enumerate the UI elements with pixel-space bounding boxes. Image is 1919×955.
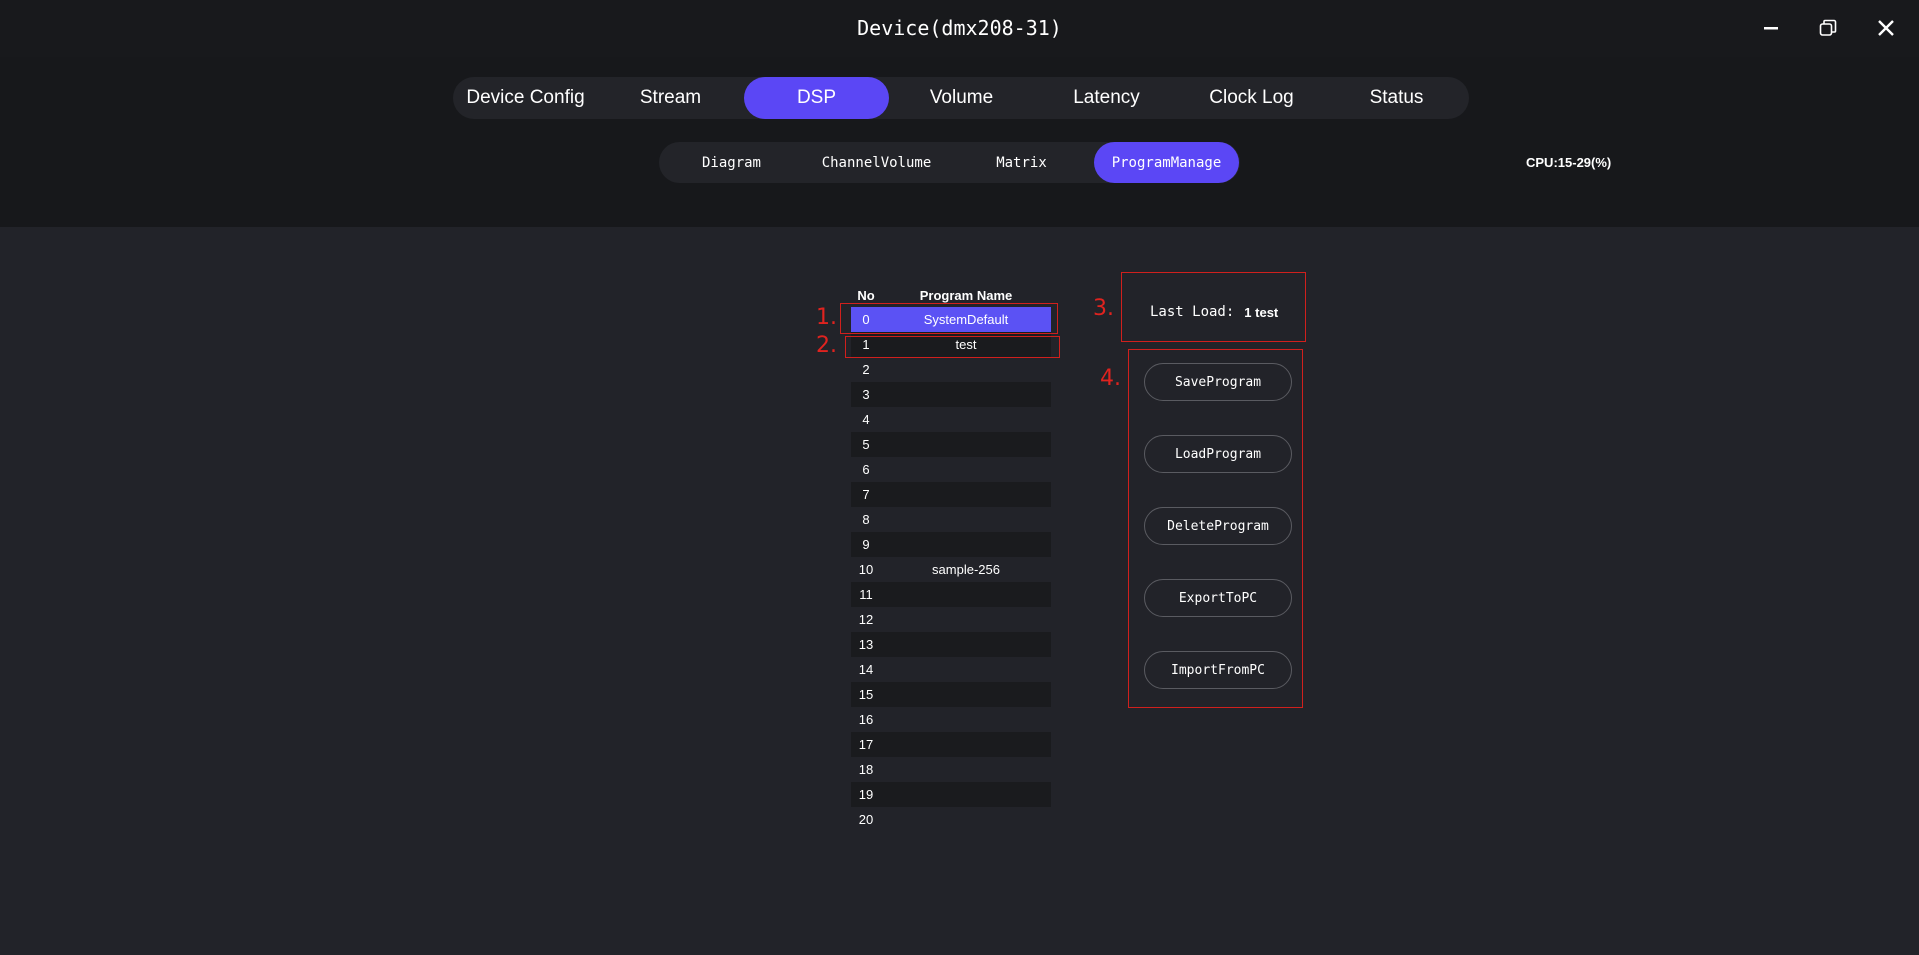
subtab-program-manage[interactable]: ProgramManage xyxy=(1094,142,1239,183)
row-program-name xyxy=(881,807,1051,832)
row-program-name xyxy=(881,357,1051,382)
table-row[interactable]: 14 xyxy=(851,657,1051,682)
row-program-name xyxy=(881,532,1051,557)
row-number: 5 xyxy=(862,437,870,452)
window-title: Device(dmx208-31) xyxy=(857,16,1062,40)
import-from-pc-button[interactable]: ImportFromPC xyxy=(1144,651,1292,689)
row-number: 7 xyxy=(862,487,870,502)
table-row[interactable]: 13 xyxy=(851,632,1051,657)
sub-tab-bar: Diagram ChannelVolume Matrix ProgramMana… xyxy=(659,142,1240,183)
row-program-name xyxy=(881,782,1051,807)
row-program-name xyxy=(881,682,1051,707)
save-program-button[interactable]: SaveProgram xyxy=(1144,363,1292,401)
subtab-diagram[interactable]: Diagram xyxy=(659,142,804,183)
row-number: 3 xyxy=(862,387,870,402)
annotation-box-2 xyxy=(845,336,1060,358)
row-program-name: sample-256 xyxy=(932,562,1000,577)
tab-device-config[interactable]: Device Config xyxy=(453,77,598,119)
row-program-name xyxy=(881,457,1051,482)
row-number: 17 xyxy=(858,737,874,752)
table-row[interactable]: 7 xyxy=(851,482,1051,507)
tab-stream[interactable]: Stream xyxy=(598,77,743,119)
annotation-label-3: 3. xyxy=(1093,296,1114,321)
table-row[interactable]: 9 xyxy=(851,532,1051,557)
last-load-value: 1 test xyxy=(1244,304,1279,320)
tab-status[interactable]: Status xyxy=(1324,77,1469,119)
row-number: 18 xyxy=(858,762,874,777)
main-tab-bar: Device Config Stream DSP Volume Latency … xyxy=(453,77,1469,119)
row-program-name xyxy=(881,382,1051,407)
row-program-name xyxy=(881,432,1051,457)
row-number: 19 xyxy=(858,787,874,802)
row-number: 15 xyxy=(858,687,874,702)
table-row[interactable]: 12 xyxy=(851,607,1051,632)
row-program-name xyxy=(881,657,1051,682)
row-number: 14 xyxy=(858,662,874,677)
row-number: 9 xyxy=(862,537,870,552)
tab-volume[interactable]: Volume xyxy=(889,77,1034,119)
row-program-name xyxy=(881,732,1051,757)
row-number: 2 xyxy=(862,362,870,377)
load-program-button[interactable]: LoadProgram xyxy=(1144,435,1292,473)
annotation-label-1: 1. xyxy=(816,305,837,330)
tab-dsp[interactable]: DSP xyxy=(744,77,889,119)
row-number: 10 xyxy=(858,562,874,577)
table-row[interactable]: 5 xyxy=(851,432,1051,457)
row-number: 12 xyxy=(858,612,874,627)
export-to-pc-button[interactable]: ExportToPC xyxy=(1144,579,1292,617)
annotation-box-1 xyxy=(840,303,1058,334)
table-row[interactable]: 4 xyxy=(851,407,1051,432)
annotation-label-2: 2. xyxy=(816,333,837,358)
table-row[interactable]: 8 xyxy=(851,507,1051,532)
delete-program-button[interactable]: DeleteProgram xyxy=(1144,507,1292,545)
close-icon[interactable] xyxy=(1868,12,1904,44)
row-program-name xyxy=(881,582,1051,607)
row-program-name xyxy=(881,757,1051,782)
last-load: Last Load: 1 test xyxy=(1150,304,1278,320)
table-row[interactable]: 20 xyxy=(851,807,1051,832)
table-row[interactable]: 19 xyxy=(851,782,1051,807)
row-program-name xyxy=(881,607,1051,632)
row-program-name xyxy=(881,632,1051,657)
row-number: 20 xyxy=(858,812,874,827)
last-load-label: Last Load: xyxy=(1150,304,1235,320)
row-program-name xyxy=(881,507,1051,532)
row-program-name xyxy=(881,407,1051,432)
table-row[interactable]: 16 xyxy=(851,707,1051,732)
row-number: 13 xyxy=(858,637,874,652)
row-number: 11 xyxy=(859,587,873,602)
row-number: 4 xyxy=(862,412,870,427)
table-row[interactable]: 3 xyxy=(851,382,1051,407)
table-row[interactable]: 11 xyxy=(851,582,1051,607)
tab-latency[interactable]: Latency xyxy=(1034,77,1179,119)
table-row[interactable]: 6 xyxy=(851,457,1051,482)
minimize-icon[interactable] xyxy=(1753,12,1789,44)
restore-icon[interactable] xyxy=(1810,12,1846,44)
program-table: No Program Name 0 SystemDefault 1 test 2 3 4 5 6… xyxy=(851,284,1051,832)
tab-clock-log[interactable]: Clock Log xyxy=(1179,77,1324,119)
cpu-usage: CPU:15-29(%) xyxy=(1526,155,1612,170)
table-row[interactable]: 17 xyxy=(851,732,1051,757)
row-number: 6 xyxy=(862,462,870,477)
row-program-name xyxy=(881,707,1051,732)
row-program-name xyxy=(881,482,1051,507)
table-row[interactable]: 15 xyxy=(851,682,1051,707)
table-row[interactable]: 2 xyxy=(851,357,1051,382)
subtab-matrix[interactable]: Matrix xyxy=(949,142,1094,183)
table-row[interactable]: 18 xyxy=(851,757,1051,782)
subtab-channel-volume[interactable]: ChannelVolume xyxy=(804,142,949,183)
table-row[interactable]: 10 sample-256 xyxy=(851,557,1051,582)
row-number: 8 xyxy=(862,512,870,527)
title-bar: Device(dmx208-31) xyxy=(0,0,1919,57)
annotation-label-4: 4. xyxy=(1100,366,1121,391)
row-number: 16 xyxy=(858,712,874,727)
